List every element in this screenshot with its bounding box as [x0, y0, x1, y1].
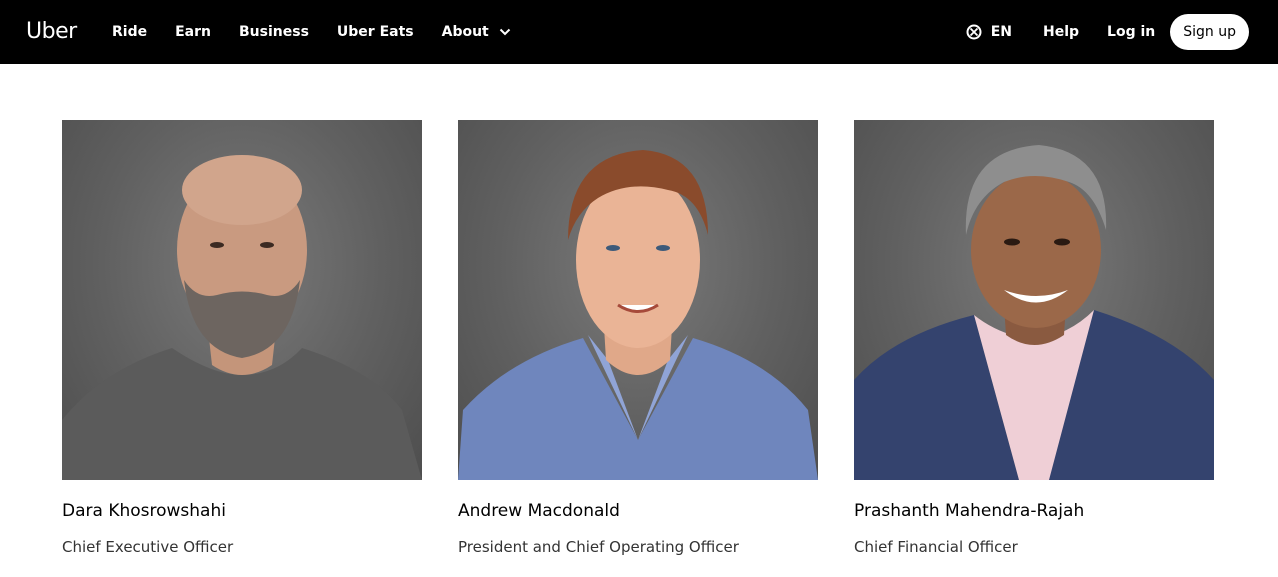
- leader-card: Prashanth Mahendra-Rajah Chief Financial…: [854, 120, 1214, 556]
- leader-name: Prashanth Mahendra-Rajah: [854, 501, 1085, 521]
- leader-title: President and Chief Operating Officer: [458, 538, 739, 556]
- leader-name: Dara Khosrowshahi: [62, 501, 226, 521]
- leader-photo: [854, 120, 1214, 480]
- top-navigation-bar: Uber Ride Earn Business Uber Eats About …: [0, 0, 1278, 64]
- nav-business[interactable]: Business: [239, 24, 309, 40]
- nav-ride[interactable]: Ride: [112, 24, 147, 40]
- leader-photo: [458, 120, 818, 480]
- leader-title: Chief Executive Officer: [62, 538, 234, 556]
- language-label: EN: [990, 24, 1012, 40]
- chevron-down-icon: [499, 28, 511, 36]
- nav-earn[interactable]: Earn: [175, 24, 211, 40]
- account-nav: EN Help Log in Sign up: [966, 0, 1249, 64]
- signup-button[interactable]: Sign up: [1170, 14, 1249, 50]
- leader-name: Andrew Macdonald: [458, 501, 620, 521]
- leader-title: Chief Financial Officer: [854, 538, 1018, 556]
- leader-card: Dara Khosrowshahi Chief Executive Office…: [62, 120, 422, 556]
- leader-card: Andrew Macdonald President and Chief Ope…: [458, 120, 818, 556]
- language-selector[interactable]: EN: [966, 24, 1012, 40]
- nav-about-label: About: [441, 24, 489, 40]
- help-link[interactable]: Help: [1043, 24, 1079, 40]
- main-nav: Ride Earn Business Uber Eats About: [112, 0, 539, 64]
- uber-logo[interactable]: Uber: [26, 18, 77, 46]
- login-link[interactable]: Log in: [1107, 24, 1155, 40]
- nav-uber-eats[interactable]: Uber Eats: [337, 24, 414, 40]
- nav-about[interactable]: About: [442, 24, 511, 40]
- leadership-grid: Dara Khosrowshahi Chief Executive Office…: [62, 120, 1214, 577]
- leader-photo: [62, 120, 422, 480]
- globe-icon: [966, 24, 982, 40]
